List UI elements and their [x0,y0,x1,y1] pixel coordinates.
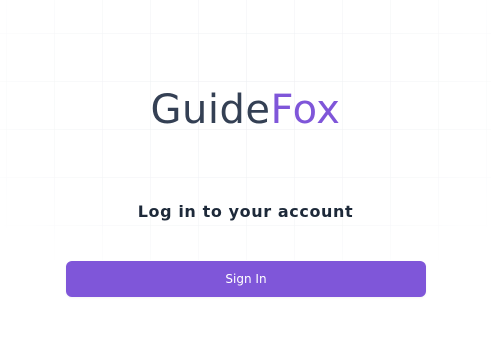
sign-in-button[interactable]: Sign In [66,261,426,297]
logo-text-guide: Guide [150,87,271,133]
login-page: GuideFox Log in to your account Sign In [0,0,491,341]
logo-text-fox: Fox [270,87,341,133]
logo: GuideFox [0,84,491,136]
login-heading: Log in to your account [137,202,354,221]
